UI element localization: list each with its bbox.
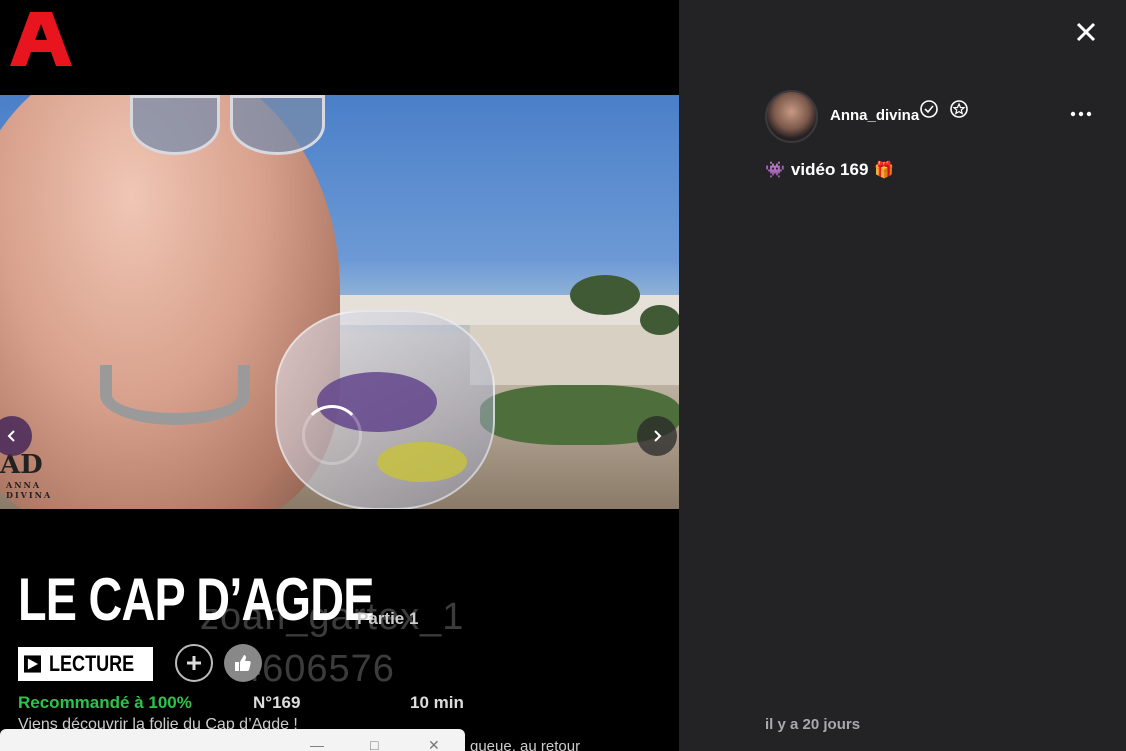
minimize-icon[interactable]: — [310,737,324,751]
video-description-continued: queue, au retour [470,738,581,751]
sunglasses [130,95,220,155]
video-part: Partie 1 [357,609,419,628]
watermark: AD ANNA DIVINA [0,450,80,500]
recommendation-score: Recommandé à 100% [18,693,192,712]
chevron-left-icon [7,430,15,442]
gift-emoji: 🎁 [874,162,895,179]
play-icon [24,655,42,673]
brand-logo[interactable] [10,12,72,66]
window-close-icon[interactable]: ✕ [428,737,440,751]
sunglasses [230,95,325,155]
post-timestamp: il y a 20 jours [765,716,861,733]
background-building [470,325,679,385]
play-button[interactable]: LECTURE [18,647,153,681]
plus-icon [187,656,201,670]
close-icon[interactable] [1074,20,1098,44]
watermark-name: ANNA DIVINA [6,480,53,500]
overlay-watermark-number: 4606576 [240,648,395,690]
video-title: LE CAP D’AGDE [18,566,374,633]
verified-icon [920,100,938,118]
post-details-panel: Anna_divina 👾 vidéo 169 🎁 il y a 20 jour… [679,0,1126,751]
post-caption: 👾 vidéo 169 🎁 [765,160,894,180]
drinking-glass [275,310,495,509]
avatar[interactable] [765,90,818,143]
overlapping-window[interactable]: — □ ✕ [0,729,465,751]
chevron-right-icon [654,430,662,442]
palm-tree [570,275,640,315]
maximize-icon[interactable]: □ [370,737,378,751]
video-number: N°169 [253,693,301,712]
loading-spinner-icon [302,405,362,465]
necklace [100,365,250,425]
palm-tree [640,305,679,335]
username[interactable]: Anna_divina [830,107,919,124]
star-badge-icon [950,100,968,118]
video-duration: 10 min [410,693,464,712]
add-to-list-button[interactable] [175,644,213,682]
more-icon[interactable] [1069,104,1093,124]
alien-emoji: 👾 [765,162,785,179]
thumbs-up-icon [235,655,251,671]
like-button[interactable] [224,644,262,682]
next-button[interactable] [637,416,677,456]
post-caption-text: vidéo 169 [790,160,869,179]
video-thumbnail[interactable]: AD ANNA DIVINA [0,95,679,509]
media-viewer: AD ANNA DIVINA zoan_gartex_1 4606576 LE … [0,0,679,751]
play-button-label: LECTURE [49,651,135,676]
